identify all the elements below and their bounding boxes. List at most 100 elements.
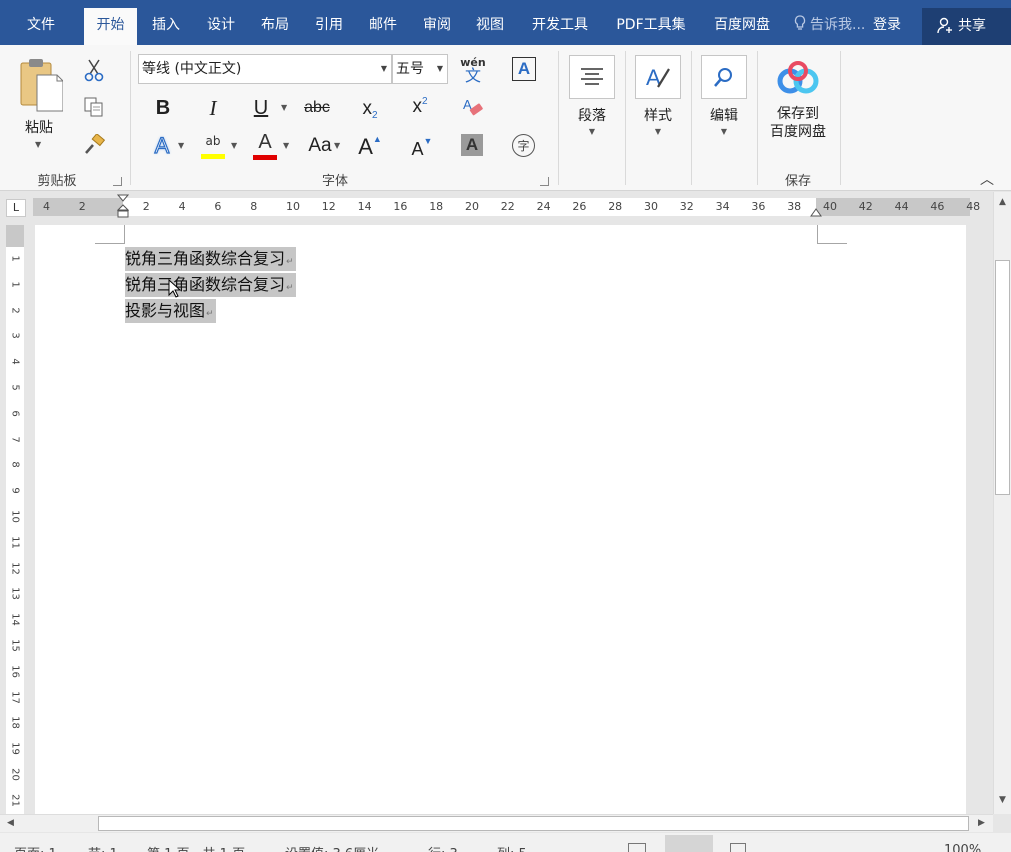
highlight-button[interactable]: ab	[198, 131, 228, 161]
tab-design[interactable]: 设计	[198, 8, 244, 45]
web-layout-icon[interactable]	[730, 843, 746, 852]
text-effects-dropdown-icon[interactable]: ▼	[178, 141, 184, 150]
status-row[interactable]: 行: 3	[428, 843, 458, 852]
font-color-dropdown-icon[interactable]: ▼	[283, 141, 289, 150]
ruler-number: 28	[608, 200, 623, 213]
shrink-font-button[interactable]: A ▼	[408, 135, 436, 163]
editing-button[interactable]: 编辑 ▼	[698, 55, 750, 136]
scroll-down-arrow-icon[interactable]: ▼	[994, 792, 1011, 809]
vertical-ruler[interactable]: 112345678910111213141516171819202122	[6, 225, 24, 832]
ruler-number: 18	[429, 200, 444, 213]
save-to-baidu-line1: 保存到	[777, 106, 819, 122]
paste-button[interactable]: 粘贴	[14, 117, 64, 137]
status-column[interactable]: 列: 5	[497, 843, 527, 852]
status-page-of[interactable]: 第 1 页，共 1 页	[147, 843, 245, 852]
print-layout-icon[interactable]	[665, 835, 713, 852]
clear-formatting-icon[interactable]: A	[460, 95, 486, 121]
status-page[interactable]: 页面: 1	[14, 843, 57, 852]
tab-pdf-tools[interactable]: PDF工具集	[606, 8, 696, 45]
document-line-text: 锐角三角函数综合复习	[125, 249, 286, 268]
underline-dropdown-icon[interactable]: ▼	[281, 103, 287, 112]
read-mode-icon[interactable]	[628, 843, 646, 852]
ruler-number: 6	[9, 410, 21, 417]
status-position[interactable]: 设置值: 3.6厘米	[285, 843, 379, 852]
tab-file[interactable]: 文件	[14, 8, 68, 45]
format-painter-icon[interactable]	[82, 133, 106, 157]
copy-icon[interactable]	[82, 95, 106, 119]
document-line-text: 投影与视图	[125, 301, 206, 320]
grow-font-button[interactable]: A ▲	[356, 133, 384, 161]
ruler-number: 14	[9, 613, 21, 627]
styles-button[interactable]: A 样式 ▼	[632, 55, 684, 136]
horizontal-scrollbar[interactable]: ◀ ▶	[0, 814, 993, 832]
vertical-scrollbar[interactable]: ▲ ▼	[993, 192, 1011, 814]
status-section[interactable]: 节: 1	[88, 843, 118, 852]
scroll-up-arrow-icon[interactable]: ▲	[994, 194, 1011, 211]
character-border-icon[interactable]: A	[512, 57, 536, 81]
horizontal-ruler[interactable]: 4 2 2 4 6 8 10 12 14 16 18 20 22 24 26 28 30 32 34 36 38 40 42…	[33, 194, 980, 218]
document-line[interactable]: 投影与视图↵	[125, 299, 216, 323]
font-color-button[interactable]: A	[250, 131, 280, 161]
font-dialog-launcher-icon[interactable]	[540, 177, 549, 186]
document-line[interactable]: 锐角三角函数综合复习↵	[125, 273, 296, 297]
tab-layout[interactable]: 布局	[252, 8, 298, 45]
ruler-number: 32	[679, 200, 694, 213]
tab-baidu-netdisk[interactable]: 百度网盘	[703, 8, 781, 45]
tab-developer[interactable]: 开发工具	[521, 8, 599, 45]
character-shading-button[interactable]: A	[461, 134, 483, 156]
paste-icon[interactable]	[16, 57, 64, 113]
text-effects-button[interactable]: A	[148, 132, 176, 160]
tab-references[interactable]: 引用	[306, 8, 352, 45]
styles-icon: A	[635, 55, 681, 99]
status-zoom[interactable]: 100%	[944, 843, 981, 852]
scroll-right-arrow-icon[interactable]: ▶	[973, 815, 990, 832]
paste-dropdown-icon[interactable]: ▼	[35, 140, 41, 149]
font-name-combo[interactable]: 等线 (中文正文) ▼	[138, 54, 392, 84]
vertical-scroll-thumb[interactable]	[995, 260, 1010, 495]
clipboard-dialog-launcher-icon[interactable]	[113, 177, 122, 186]
underline-button[interactable]: U	[248, 95, 274, 121]
share-button[interactable]: 共享	[922, 8, 1011, 45]
chevron-down-icon: ▼	[380, 64, 387, 73]
collapse-ribbon-chevron-up-icon[interactable]: ︿	[980, 169, 994, 189]
change-case-dropdown-icon[interactable]: ▼	[334, 141, 340, 150]
change-case-button[interactable]: Aa	[303, 133, 337, 159]
phonetic-guide-icon[interactable]: wén 文	[458, 53, 488, 85]
save-to-baidu-button[interactable]: 保存到 百度网盘	[762, 57, 834, 141]
ruler-number: 20	[465, 200, 479, 213]
ruler-number: 30	[644, 200, 658, 213]
lightbulb-icon	[794, 15, 806, 30]
tab-view[interactable]: 视图	[467, 8, 513, 45]
tell-me-search[interactable]: 告诉我...	[793, 8, 865, 42]
bold-button[interactable]: B	[150, 95, 176, 121]
right-indent-marker-icon[interactable]	[810, 207, 822, 217]
strikethrough-button[interactable]: abc	[302, 95, 332, 121]
tab-insert[interactable]: 插入	[142, 8, 190, 45]
subscript-button[interactable]: x2	[357, 95, 383, 123]
ribbon-tab-bar: 文件 开始 插入 设计 布局 引用 邮件 审阅 视图 开发工具 PDF工具集 百…	[0, 0, 1011, 45]
scroll-left-arrow-icon[interactable]: ◀	[2, 815, 19, 832]
tab-mailings[interactable]: 邮件	[360, 8, 406, 45]
ruler-number: 48	[966, 200, 981, 213]
highlight-dropdown-icon[interactable]: ▼	[231, 141, 237, 150]
font-color-label: A	[258, 131, 272, 153]
italic-button[interactable]: I	[200, 95, 226, 121]
enclose-characters-button[interactable]: 字	[512, 134, 535, 157]
document-page[interactable]: 锐角三角函数综合复习↵ 锐角三角函数综合复习↵ 投影与视图↵	[35, 225, 966, 814]
indent-marker-icon[interactable]	[117, 194, 129, 220]
highlight-color-swatch	[201, 153, 225, 159]
paragraph-button[interactable]: 段落 ▼	[566, 55, 618, 136]
tab-home[interactable]: 开始	[84, 8, 137, 45]
ruler-number: 36	[751, 200, 766, 213]
status-bar: 页面: 1 节: 1 第 1 页，共 1 页 设置值: 3.6厘米 行: 3 列…	[0, 833, 1011, 852]
superscript-button[interactable]: x2	[407, 93, 433, 121]
font-size-combo[interactable]: 五号 ▼	[392, 54, 448, 84]
mouse-pointer-icon	[168, 279, 182, 298]
document-line[interactable]: 锐角三角函数综合复习↵	[125, 247, 296, 271]
horizontal-scroll-thumb[interactable]	[98, 816, 969, 831]
ribbon-divider	[840, 51, 841, 185]
login-button[interactable]: 登录	[873, 8, 901, 42]
tab-selector-button[interactable]: L	[6, 199, 26, 217]
cut-icon[interactable]	[82, 57, 106, 83]
tab-review[interactable]: 审阅	[414, 8, 460, 45]
